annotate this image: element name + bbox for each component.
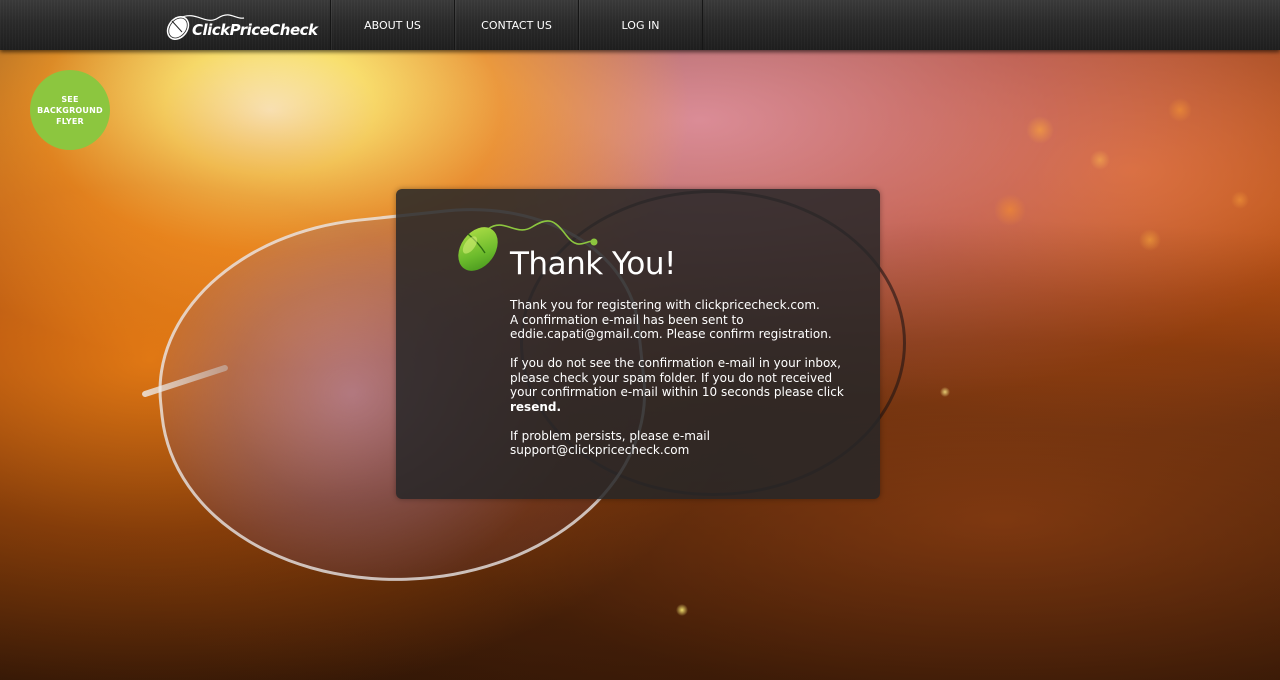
logo-text: ClickPriceCheck [192,21,318,39]
site-logo[interactable]: ClickPriceCheck [166,8,318,42]
support-paragraph: If problem persists, please e-mail suppo… [510,429,855,458]
badge-line-1: SEE [61,94,79,104]
nav-about-us[interactable]: ABOUT US [330,0,454,50]
thank-you-card: Thank You! Thank you for registering wit… [396,189,880,499]
registration-paragraph: Thank you for registering with clickpric… [510,298,832,341]
nav-contact-us[interactable]: CONTACT US [454,0,578,50]
support-email: support@clickpricecheck.com [510,443,690,457]
badge-line-2: BACKGROUND [37,105,103,115]
spam-folder-paragraph: If you do not see the confirmation e-mai… [510,356,855,414]
resend-link[interactable]: resend. [510,400,855,415]
confirmation-message: Thank you for registering with clickpric… [510,298,855,472]
main-nav: ABOUT US CONTACT US LOG IN [330,0,703,50]
badge-line-3: FLYER [56,116,84,126]
nav-log-in[interactable]: LOG IN [578,0,703,50]
see-background-flyer-button[interactable]: SEE BACKGROUND FLYER [30,70,110,150]
page-title: Thank You! [510,246,676,282]
top-navigation-bar: ClickPriceCheck ABOUT US CONTACT US LOG … [0,0,1280,50]
